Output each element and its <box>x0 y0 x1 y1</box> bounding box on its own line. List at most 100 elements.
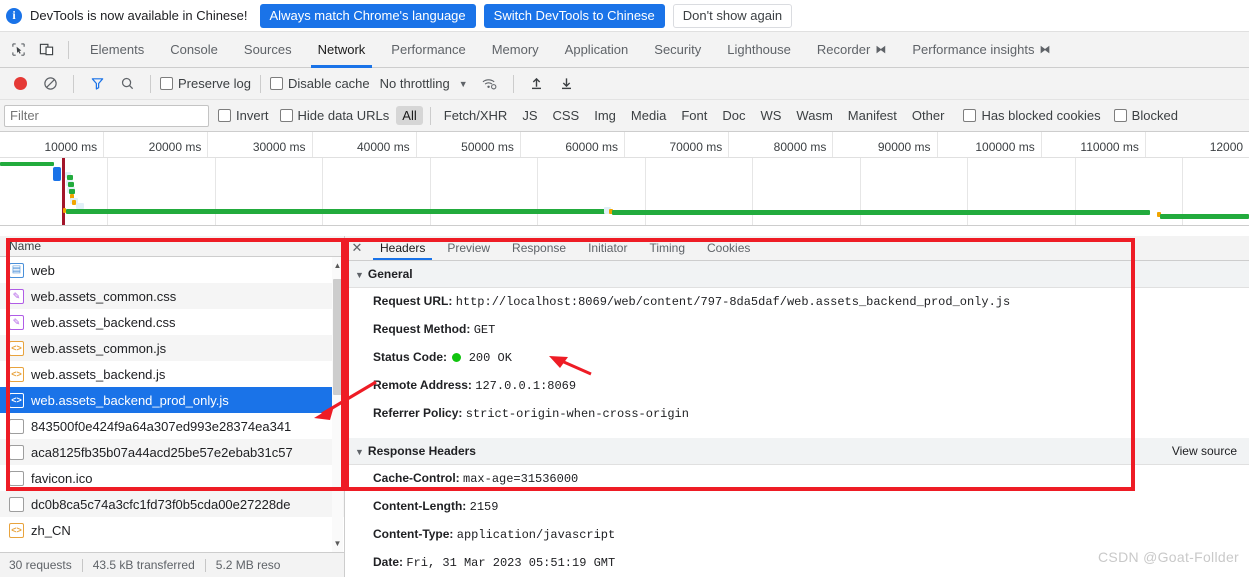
network-conditions-icon[interactable] <box>476 70 504 98</box>
close-icon[interactable]: ✕ <box>345 236 369 260</box>
remote-address-key: Remote Address: <box>373 378 472 392</box>
network-overview[interactable] <box>0 158 1249 226</box>
tab-console[interactable]: Console <box>157 32 231 68</box>
hide-data-urls-checkbox[interactable]: Hide data URLs <box>279 108 390 123</box>
detail-tab-label: Cookies <box>707 241 751 255</box>
filter-type-all[interactable]: All <box>396 106 423 125</box>
filter-type-manifest[interactable]: Manifest <box>842 106 903 125</box>
import-har-icon[interactable] <box>523 70 551 98</box>
table-row-selected[interactable]: <> web.assets_backend_prod_only.js <box>0 387 344 413</box>
general-section-header[interactable]: ▼ General <box>345 261 1249 288</box>
view-source-link[interactable]: View source <box>1172 444 1237 458</box>
table-row[interactable]: favicon.ico <box>0 465 344 491</box>
hide-data-urls-label: Hide data URLs <box>297 108 390 123</box>
list-scrollbar[interactable]: ▲ ▼ <box>332 257 343 552</box>
tab-initiator[interactable]: Initiator <box>577 236 638 260</box>
infobar-message: DevTools is now available in Chinese! <box>30 8 248 23</box>
checkbox-box <box>963 109 977 122</box>
table-row[interactable]: <> web.assets_common.js <box>0 335 344 361</box>
tab-timing[interactable]: Timing <box>638 236 696 260</box>
tab-elements[interactable]: Elements <box>77 32 157 68</box>
tab-recorder[interactable]: Recorder ⧓ <box>804 32 899 68</box>
tab-label: Sources <box>243 42 292 57</box>
toolbar-divider <box>259 74 261 93</box>
tab-memory[interactable]: Memory <box>479 32 552 68</box>
triangle-down-icon: ▼ <box>355 447 364 457</box>
timeline-ruler: 10000 ms 20000 ms 30000 ms 40000 ms 5000… <box>0 132 1249 158</box>
scrollbar-thumb[interactable] <box>333 279 342 395</box>
request-list-scroll[interactable]: ▤ web ✎ web.assets_common.css ✎ web.asse… <box>0 257 344 552</box>
scroll-up-arrow[interactable]: ▲ <box>332 259 343 272</box>
status-code-key: Status Code: <box>373 350 448 364</box>
filter-type-css[interactable]: CSS <box>547 106 586 125</box>
tab-label: Performance <box>391 42 466 57</box>
always-match-language-button[interactable]: Always match Chrome's language <box>259 3 476 28</box>
tab-response[interactable]: Response <box>501 236 577 260</box>
scroll-down-arrow[interactable]: ▼ <box>332 537 343 550</box>
record-button[interactable] <box>6 70 34 98</box>
invert-label: Invert <box>236 108 269 123</box>
tab-preview[interactable]: Preview <box>436 236 501 260</box>
filter-type-media[interactable]: Media <box>625 106 672 125</box>
tab-performance-insights[interactable]: Performance insights ⧓ <box>899 32 1063 68</box>
tab-sources[interactable]: Sources <box>231 32 305 68</box>
chevron-down-icon[interactable]: ▼ <box>459 79 468 89</box>
table-row[interactable]: ▤ web <box>0 257 344 283</box>
filter-type-fetch-xhr[interactable]: Fetch/XHR <box>438 106 514 125</box>
export-har-icon[interactable] <box>553 70 581 98</box>
filter-bar: Invert Hide data URLs All Fetch/XHR JS C… <box>0 100 1249 132</box>
filter-type-ws[interactable]: WS <box>754 106 787 125</box>
throttling-select[interactable]: No throttling <box>380 76 450 91</box>
filter-type-img[interactable]: Img <box>588 106 622 125</box>
blocked-checkbox[interactable]: Blocked <box>1113 108 1178 123</box>
watermark: CSDN @Goat-Follder <box>1098 549 1239 565</box>
filter-funnel-icon[interactable] <box>83 70 111 98</box>
tab-label: Recorder <box>816 42 871 57</box>
switch-to-chinese-button[interactable]: Switch DevTools to Chinese <box>483 3 665 28</box>
dont-show-again-button[interactable]: Don't show again <box>672 3 793 28</box>
tab-network[interactable]: Network <box>305 32 379 68</box>
filter-type-doc[interactable]: Doc <box>716 106 751 125</box>
date-value: Fri, 31 Mar 2023 05:51:19 GMT <box>406 556 616 570</box>
tab-security[interactable]: Security <box>641 32 714 68</box>
response-headers-section-header[interactable]: ▼ Response Headers View source <box>345 438 1249 465</box>
filter-type-other[interactable]: Other <box>906 106 951 125</box>
request-url-row: Request URL: http://localhost:8069/web/c… <box>345 288 1249 316</box>
invert-checkbox[interactable]: Invert <box>218 108 269 123</box>
filter-type-wasm[interactable]: Wasm <box>790 106 838 125</box>
status-divider <box>204 558 206 572</box>
remote-address-value: 127.0.0.1:8069 <box>475 379 577 393</box>
has-blocked-cookies-checkbox[interactable]: Has blocked cookies <box>963 108 1101 123</box>
table-row[interactable]: aca8125fb35b07a44acd25be57e2ebab31c57 <box>0 439 344 465</box>
content-type-row: Content-Type: application/javascript <box>345 521 1249 549</box>
request-list-header[interactable]: Name <box>0 236 344 257</box>
tab-performance[interactable]: Performance <box>378 32 478 68</box>
tab-application[interactable]: Application <box>552 32 642 68</box>
preserve-log-checkbox[interactable]: Preserve log <box>160 76 251 91</box>
document-icon: ▤ <box>9 262 24 278</box>
generic-file-icon <box>9 444 24 460</box>
transferred-size: 43.5 kB transferred <box>92 558 195 572</box>
ruler-tick: 100000 ms <box>938 132 1042 157</box>
tab-lighthouse[interactable]: Lighthouse <box>714 32 804 68</box>
devtools-window: i DevTools is now available in Chinese! … <box>0 0 1249 577</box>
clear-icon[interactable] <box>36 70 64 98</box>
table-row[interactable]: dc0b8ca5c74a3cfc1fd73f0b5cda00e27228de <box>0 491 344 517</box>
ruler-tick: 10000 ms <box>0 132 105 157</box>
tab-cookies[interactable]: Cookies <box>696 236 761 260</box>
table-row[interactable]: <> web.assets_backend.js <box>0 361 344 387</box>
request-method-row: Request Method: GET <box>345 316 1249 344</box>
table-row[interactable]: ✎ web.assets_common.css <box>0 283 344 309</box>
tab-headers[interactable]: Headers <box>369 236 436 260</box>
inspect-cursor-icon[interactable] <box>4 36 32 64</box>
device-toolbar-icon[interactable] <box>32 36 60 64</box>
search-icon[interactable] <box>113 70 141 98</box>
overview-selection <box>53 167 61 181</box>
filter-input[interactable] <box>4 104 209 127</box>
table-row[interactable]: ✎ web.assets_backend.css <box>0 309 344 335</box>
disable-cache-checkbox[interactable]: Disable cache <box>269 76 370 91</box>
filter-type-js[interactable]: JS <box>516 106 543 125</box>
table-row[interactable]: 843500f0e424f9a64a307ed993e28374ea341 <box>0 413 344 439</box>
filter-type-font[interactable]: Font <box>675 106 713 125</box>
table-row[interactable]: <> zh_CN <box>0 517 344 543</box>
